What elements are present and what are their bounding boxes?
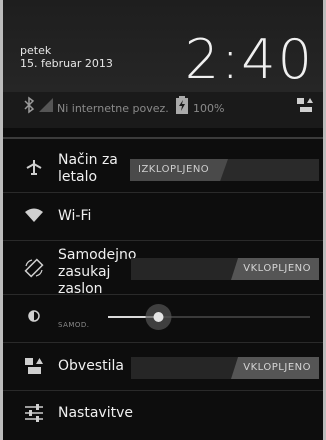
airplane-label: Način za letalo <box>58 152 118 185</box>
battery-icon <box>176 96 188 114</box>
wifi-row[interactable] <box>3 193 323 238</box>
wifi-icon <box>25 208 43 222</box>
brightness-slider[interactable] <box>100 302 316 332</box>
notifications-label: Obvestila <box>58 358 124 374</box>
bluetooth-icon <box>24 96 35 114</box>
airplane-toggle[interactable]: IZKLOPLJENO <box>130 159 228 181</box>
day-label: petek <box>20 44 52 57</box>
rotate-toggle[interactable]: VKLOPLJENO <box>231 258 319 280</box>
date-label: 15. februar 2013 <box>20 57 113 70</box>
settings-icon <box>25 404 43 422</box>
section-divider <box>3 137 323 139</box>
settings-row[interactable] <box>3 391 323 436</box>
brightness-icon <box>28 310 40 322</box>
settings-label: Nastavitve <box>58 405 133 421</box>
auto-brightness-label[interactable]: SAMOD. <box>58 321 90 329</box>
rotate-label: Samodejno zasukaj zaslon <box>58 247 137 297</box>
settings-shortcut-icon[interactable] <box>296 97 314 113</box>
notifications-toggle[interactable]: VKLOPLJENO <box>231 357 319 379</box>
wifi-label: Wi-Fi <box>58 208 92 224</box>
rotate-icon <box>24 258 44 278</box>
battery-text: 100% <box>193 102 225 115</box>
airplane-icon <box>26 160 42 175</box>
clock: 2:40 <box>184 28 314 91</box>
notifications-icon <box>25 358 43 374</box>
network-status-text: Ni internetne povez. <box>57 102 169 115</box>
signal-icon <box>39 98 53 112</box>
